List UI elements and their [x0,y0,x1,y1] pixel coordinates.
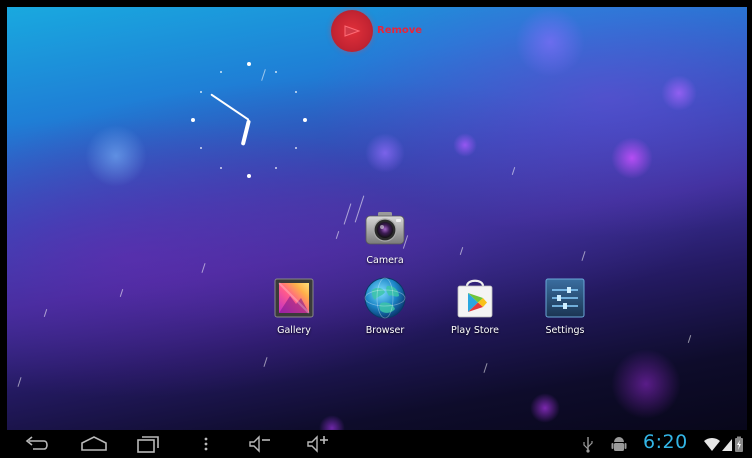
android-debug-icon [611,434,627,454]
wifi-icon [703,434,721,454]
settings-sliders-icon [543,276,587,320]
app-label: Play Store [451,325,499,336]
recent-apps-button[interactable] [135,434,161,454]
clock-hour-hand [240,119,251,146]
camera-icon [363,206,407,250]
battery-charging-icon [734,434,744,454]
app-camera[interactable]: Camera [350,206,420,266]
volume-up-button[interactable] [305,434,331,454]
app-gallery[interactable]: Gallery [259,276,329,336]
clock-minute-hand [210,93,250,121]
home-screen: Remove Camera Gallery Browser Play Store… [7,7,747,458]
app-browser[interactable]: Browser [350,276,420,336]
globe-icon [363,276,407,320]
home-button[interactable] [79,434,109,454]
back-button[interactable] [23,434,51,454]
play-store-icon [453,276,497,320]
gallery-icon [272,276,316,320]
back-icon [25,436,48,450]
remove-label: Remove [377,25,423,36]
remove-icon [331,10,373,52]
menu-button[interactable] [201,434,211,454]
system-bar: 6:20 [7,430,747,458]
volume-down-button[interactable] [247,434,273,454]
status-time: 6:20 [643,431,688,453]
recent-apps-icon [137,436,159,453]
signal-icon [721,434,733,454]
menu-dots-icon [204,437,208,451]
app-label: Settings [545,325,585,336]
app-label: Gallery [277,325,311,336]
app-label: Camera [366,255,404,266]
volume-down-icon [249,435,270,453]
usb-icon [581,434,595,454]
analog-clock-widget[interactable] [189,60,309,180]
remove-drop-target[interactable]: Remove [331,10,451,54]
app-label: Browser [365,325,405,336]
app-play-store[interactable]: Play Store [440,276,510,336]
volume-up-icon [307,435,328,453]
app-settings[interactable]: Settings [530,276,600,336]
home-icon [81,436,107,451]
